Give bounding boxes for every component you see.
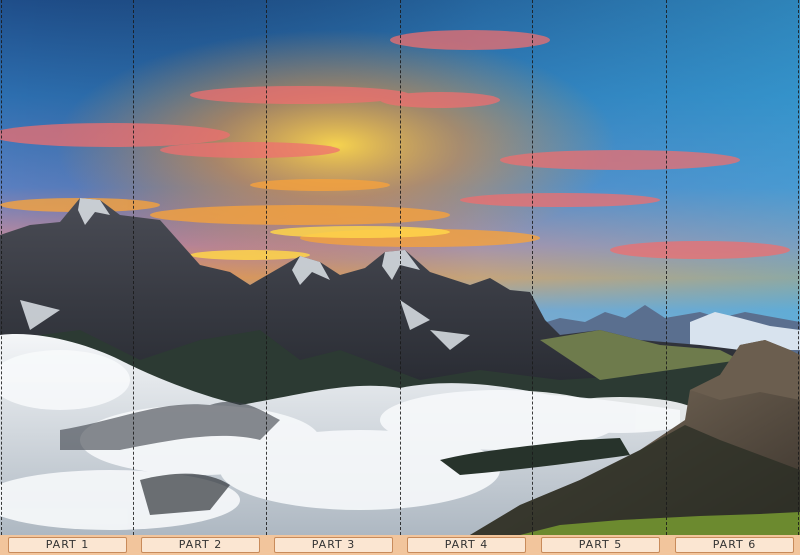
part-1-label: PART 1: [8, 537, 127, 553]
wallpaper-preview: PART 1 PART 2 PART 3 PART 4 PART 5 PART …: [0, 0, 800, 555]
part-4-label: PART 4: [407, 537, 526, 553]
panel-labels-bar: PART 1 PART 2 PART 3 PART 4 PART 5 PART …: [0, 535, 800, 555]
part-5-label: PART 5: [541, 537, 660, 553]
mountain-photo: [0, 0, 800, 535]
part-6-label: PART 6: [675, 537, 794, 553]
part-3-label: PART 3: [274, 537, 393, 553]
part-2-label: PART 2: [141, 537, 260, 553]
